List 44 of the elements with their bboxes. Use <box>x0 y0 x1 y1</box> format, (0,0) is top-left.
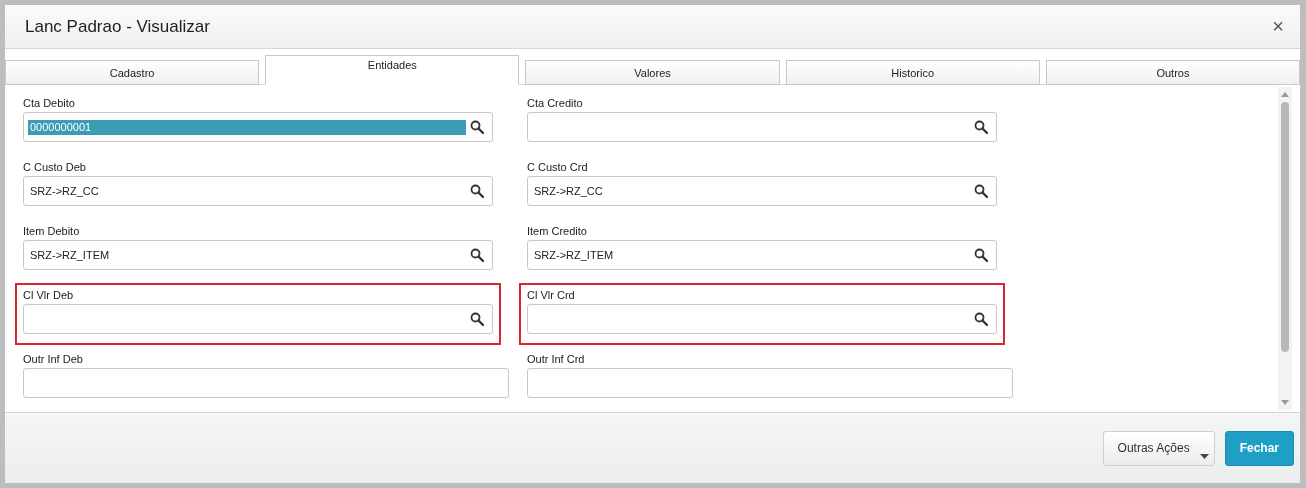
input-field[interactable]: SRZ->RZ_CC <box>527 176 997 206</box>
field-label: Item Credito <box>527 225 588 237</box>
scroll-up-icon[interactable] <box>1281 92 1289 97</box>
field-value: SRZ->RZ_ITEM <box>533 247 615 263</box>
search-icon <box>974 120 988 134</box>
field-label: C Custo Deb <box>23 161 87 173</box>
actions-menu-button[interactable]: Outras Ações <box>1102 430 1215 466</box>
field-value: SRZ->RZ_CC <box>29 183 100 199</box>
tab[interactable]: Outros <box>1045 60 1300 85</box>
tab[interactable]: Historico <box>785 60 1040 85</box>
input-field[interactable] <box>527 368 1013 398</box>
tab[interactable]: Valores <box>525 60 780 85</box>
search-icon <box>974 184 988 198</box>
search-icon <box>470 184 484 198</box>
input-field[interactable] <box>23 304 493 334</box>
tab[interactable]: Entidades <box>265 55 520 85</box>
field-label: Outr Inf Deb <box>23 353 84 365</box>
field-label: Cl Vlr Deb <box>23 289 75 301</box>
input-field[interactable] <box>23 368 509 398</box>
field-value: SRZ->RZ_ITEM <box>29 247 111 263</box>
caret-icon <box>1199 453 1209 459</box>
close-button[interactable]: × <box>1268 15 1288 38</box>
field-value: SRZ->RZ_CC <box>533 183 604 199</box>
search-icon <box>470 120 484 134</box>
input-field[interactable] <box>527 112 997 142</box>
field-label: Outr Inf Crd <box>527 353 586 365</box>
search-icon <box>974 312 988 326</box>
field-label: Cl Vlr Crd <box>527 289 576 301</box>
search-icon <box>470 312 484 326</box>
scroll-down-icon[interactable] <box>1281 400 1289 405</box>
window-title: Lanc Padrao - Visualizar <box>25 16 210 37</box>
search-icon <box>974 248 988 262</box>
input-field[interactable]: SRZ->RZ_ITEM <box>527 240 997 270</box>
field-value: 0000000001 <box>28 119 466 135</box>
field-label: C Custo Crd <box>527 161 589 173</box>
input-field[interactable] <box>527 304 997 334</box>
field-label: Cta Debito <box>23 97 76 109</box>
input-field[interactable]: SRZ->RZ_ITEM <box>23 240 493 270</box>
field-label: Item Debito <box>23 225 81 237</box>
tab[interactable]: Cadastro <box>5 60 260 85</box>
field-label: Cta Credito <box>527 97 584 109</box>
search-icon <box>470 248 484 262</box>
input-field[interactable]: SRZ->RZ_CC <box>23 176 493 206</box>
scrollbar[interactable] <box>1278 87 1292 410</box>
